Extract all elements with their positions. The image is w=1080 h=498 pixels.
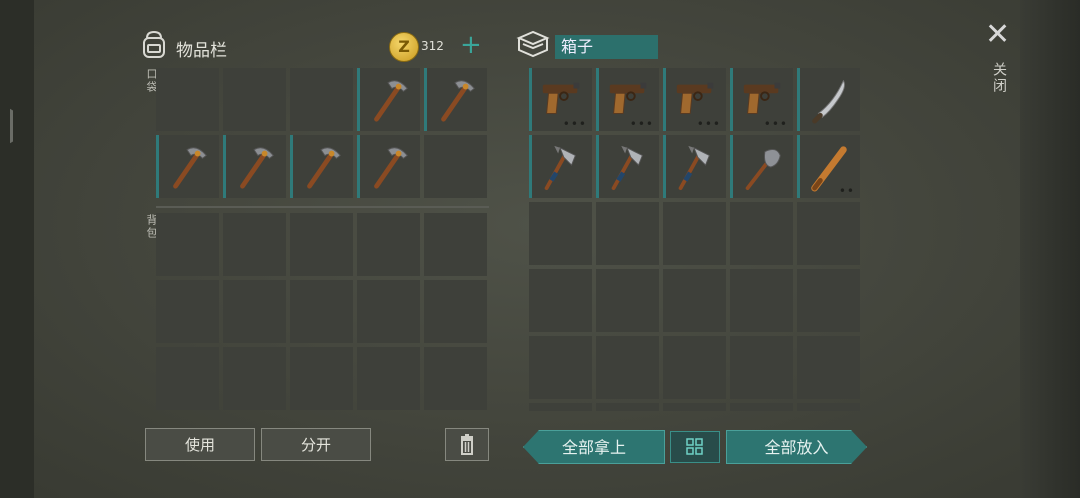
backpack-icon — [143, 30, 165, 58]
put-all-button[interactable]: 全部放入 — [726, 430, 867, 464]
box-slot[interactable] — [663, 403, 726, 411]
add-coins-button[interactable]: + — [460, 30, 482, 60]
left-edge — [0, 0, 34, 498]
pocket-slot[interactable] — [156, 135, 219, 198]
box-grid: ••• ••• ••• ••• •• — [529, 68, 860, 411]
box-slot[interactable] — [529, 269, 592, 332]
pickaxe-icon — [307, 147, 341, 189]
box-slot[interactable] — [596, 202, 659, 265]
box-icon — [516, 30, 550, 58]
durability-dots: ••• — [696, 117, 721, 131]
durability-dots: ••• — [562, 117, 587, 131]
backpack-slot[interactable] — [156, 347, 219, 410]
hatchet-icon — [678, 145, 711, 191]
pocket-grid — [156, 68, 487, 198]
backpack-slot[interactable] — [424, 280, 487, 343]
durability-dots: ••• — [763, 117, 788, 131]
box-slot[interactable] — [797, 269, 860, 332]
backpack-slot[interactable] — [290, 213, 353, 276]
inventory-title: 物品栏 — [176, 41, 227, 61]
box-slot[interactable] — [529, 336, 592, 399]
box-slot[interactable] — [797, 403, 860, 411]
box-slot[interactable] — [730, 403, 793, 411]
box-slot[interactable]: •• — [797, 135, 860, 198]
box-slot[interactable] — [596, 269, 659, 332]
machete-icon — [812, 79, 845, 124]
backpack-slot[interactable] — [290, 280, 353, 343]
right-edge — [1020, 0, 1080, 498]
pickaxe-icon — [374, 147, 408, 189]
pocket-slot[interactable] — [223, 68, 286, 131]
pocket-slot[interactable] — [357, 135, 420, 198]
sort-button[interactable] — [670, 431, 720, 463]
pocket-slot[interactable] — [424, 135, 487, 198]
backpack-slot[interactable] — [223, 280, 286, 343]
backpack-slot[interactable] — [357, 347, 420, 410]
pickaxe-icon — [374, 80, 408, 122]
pickaxe-icon — [240, 147, 274, 189]
box-slot[interactable] — [596, 135, 659, 198]
trash-icon — [461, 434, 473, 455]
close-label[interactable]: 关闭 — [989, 62, 1009, 94]
box-slot[interactable] — [797, 336, 860, 399]
hatchet-icon — [611, 145, 644, 191]
pocket-slot[interactable] — [424, 68, 487, 131]
box-slot[interactable] — [730, 269, 793, 332]
pickaxe-icon — [173, 147, 207, 189]
pocket-slot[interactable] — [156, 68, 219, 131]
box-slot[interactable] — [663, 202, 726, 265]
take-all-button[interactable]: 全部拿上 — [523, 430, 665, 464]
hatchet-icon — [544, 145, 577, 191]
backpack-slot[interactable] — [156, 280, 219, 343]
pocket-slot[interactable] — [357, 68, 420, 131]
box-slot[interactable]: ••• — [663, 68, 726, 131]
box-slot[interactable] — [730, 336, 793, 399]
box-slot[interactable] — [529, 135, 592, 198]
backpack-slot[interactable] — [290, 347, 353, 410]
box-slot[interactable] — [797, 68, 860, 131]
backpack-grid — [156, 213, 487, 410]
pocket-slot[interactable] — [223, 135, 286, 198]
coin-icon: Z — [389, 32, 419, 62]
backpack-slot[interactable] — [424, 347, 487, 410]
box-slot[interactable] — [730, 135, 793, 198]
box-slot[interactable] — [596, 403, 659, 411]
box-slot[interactable] — [797, 202, 860, 265]
backpack-slot[interactable] — [156, 213, 219, 276]
trash-button[interactable] — [445, 428, 489, 461]
box-slot[interactable] — [730, 202, 793, 265]
box-title: 箱子 — [555, 35, 658, 59]
backpack-slot[interactable] — [424, 213, 487, 276]
box-slot[interactable] — [663, 336, 726, 399]
box-slot[interactable]: ••• — [529, 68, 592, 131]
backpack-slot[interactable] — [223, 347, 286, 410]
backpack-slot[interactable] — [357, 213, 420, 276]
shovel-icon — [745, 149, 781, 191]
divider — [156, 206, 489, 208]
close-icon[interactable]: ✕ — [985, 20, 1010, 50]
backpack-slot[interactable] — [357, 280, 420, 343]
durability-dots: •• — [838, 184, 855, 198]
coin-count: 312 — [421, 39, 444, 53]
box-slot[interactable] — [663, 269, 726, 332]
box-slot[interactable] — [529, 202, 592, 265]
box-slot[interactable] — [663, 135, 726, 198]
box-slot[interactable] — [529, 403, 592, 411]
box-slot[interactable] — [596, 336, 659, 399]
durability-dots: ••• — [629, 117, 654, 131]
box-slot[interactable]: ••• — [730, 68, 793, 131]
pocket-slot[interactable] — [290, 68, 353, 131]
backpack-slot[interactable] — [223, 213, 286, 276]
pocket-slot[interactable] — [290, 135, 353, 198]
use-button[interactable]: 使用 — [145, 428, 255, 461]
split-button[interactable]: 分开 — [261, 428, 371, 461]
box-slot[interactable]: ••• — [596, 68, 659, 131]
sort-grid-icon — [686, 438, 703, 455]
pickaxe-icon — [441, 80, 475, 122]
